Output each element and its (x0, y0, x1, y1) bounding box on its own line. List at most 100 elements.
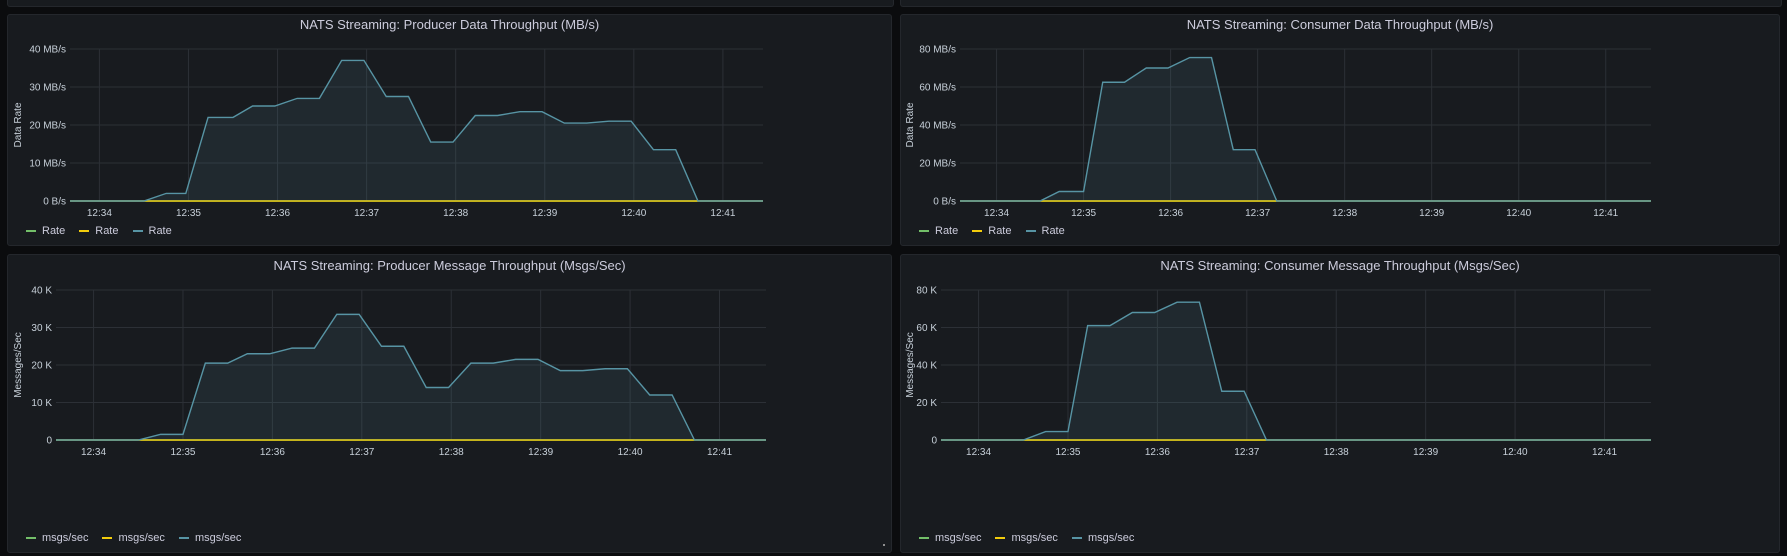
y-tick-label: 0 B/s (933, 197, 956, 208)
y-tick-label: 40 MB/s (919, 121, 956, 132)
legend-label: Rate (1041, 225, 1065, 237)
y-tick-label: 30 K (31, 323, 52, 334)
series-area-fill (941, 302, 1651, 440)
x-tick-label: 12:40 (1506, 208, 1531, 219)
x-tick-label: 12:38 (439, 447, 464, 458)
x-tick-label: 12:35 (1055, 447, 1080, 458)
y-tick-label: 40 K (31, 286, 52, 297)
y-tick-label: 40 MB/s (29, 45, 66, 56)
legend-item[interactable]: msgs/sec (919, 532, 981, 544)
y-tick-label: 0 B/s (43, 197, 66, 208)
chart-canvas: 0 20 K 40 K 60 K 80 K 12:34 12:35 12:36 12:37 12:… (905, 286, 1651, 458)
y-tick-label: 60 K (916, 323, 937, 334)
legend-label: msgs/sec (1087, 532, 1135, 544)
y-tick-label: 60 MB/s (919, 83, 956, 94)
legend-item[interactable]: Rate (972, 225, 1012, 237)
series-line-3[interactable] (941, 301, 1651, 441)
legend-item[interactable]: msgs/sec (26, 532, 88, 544)
y-tick-label: 20 K (916, 398, 937, 409)
x-tick-label: 12:34 (984, 208, 1009, 219)
legend-label: msgs/sec (935, 532, 982, 544)
legend-label: msgs/sec (1011, 532, 1058, 544)
legend-item[interactable]: msgs/sec (995, 532, 1058, 544)
x-tick-label: 12:36 (1158, 208, 1183, 219)
legend-item[interactable]: msgs/sec (102, 532, 165, 544)
legend-label: Rate (95, 225, 119, 237)
y-tick-label: 80 MB/s (919, 45, 956, 56)
legend-swatch (102, 537, 113, 539)
y-tick-label: 10 K (31, 398, 52, 409)
x-tick-label: 12:36 (260, 447, 285, 458)
y-tick-label: 20 MB/s (29, 121, 66, 132)
x-tick-label: 12:35 (170, 447, 195, 458)
x-tick-label: 12:39 (532, 208, 557, 219)
y-axis-label: Data Rate (13, 102, 24, 147)
legend-item[interactable]: msgs/sec (1071, 532, 1135, 544)
series-line-3[interactable] (960, 56, 1651, 202)
series-area-fill (56, 314, 766, 440)
legend-swatch (26, 537, 36, 539)
legend-swatch (995, 537, 1006, 539)
legend-swatch (1071, 537, 1082, 539)
legend-item[interactable]: Rate (26, 225, 65, 237)
x-tick-label: 12:37 (1234, 447, 1259, 458)
x-tick-label: 12:41 (1592, 447, 1617, 458)
x-tick-label: 12:36 (265, 208, 290, 219)
x-tick-label: 12:38 (1332, 208, 1357, 219)
legend-item[interactable]: Rate (132, 225, 172, 237)
x-tick-label: 12:40 (621, 208, 646, 219)
y-tick-label: 40 K (916, 361, 937, 372)
y-axis-label: Messages/Sec (905, 332, 916, 398)
x-tick-label: 12:41 (1593, 208, 1618, 219)
x-tick-label: 12:41 (707, 447, 732, 458)
x-tick-label: 12:36 (1145, 447, 1170, 458)
legend-item[interactable]: Rate (919, 225, 958, 237)
x-tick-label: 12:41 (710, 208, 735, 219)
legend-label: msgs/sec (194, 532, 242, 544)
legend-item[interactable]: msgs/sec (178, 532, 242, 544)
y-tick-label: 0 (46, 436, 52, 447)
series-area-fill (70, 60, 763, 202)
y-tick-label: 0 (931, 436, 937, 447)
x-tick-label: 12:34 (966, 447, 991, 458)
y-tick-label: 20 K (31, 361, 52, 372)
panel-above-left-edge (7, 0, 894, 7)
legend-swatch (1025, 230, 1036, 232)
x-tick-label: 12:35 (1071, 208, 1096, 219)
legend-label: msgs/sec (42, 532, 89, 544)
producer-data-throughput-panel[interactable]: NATS Streaming: Producer Data Throughput… (7, 14, 892, 246)
legend-label: msgs/sec (118, 532, 165, 544)
consumer-data-throughput-panel[interactable]: NATS Streaming: Consumer Data Throughput… (900, 14, 1780, 246)
x-tick-label: 12:34 (87, 208, 112, 219)
legend-item[interactable]: Rate (79, 225, 119, 237)
x-tick-label: 12:37 (354, 208, 379, 219)
resize-handle[interactable] (883, 544, 885, 546)
legend: msgs/sec msgs/sec msgs/sec (919, 532, 1134, 544)
legend-swatch (79, 230, 90, 232)
x-tick-label: 12:39 (528, 447, 553, 458)
consumer-message-throughput-panel[interactable]: NATS Streaming: Consumer Message Through… (900, 254, 1780, 553)
chart-canvas: 0 B/s 10 MB/s 20 MB/s 30 MB/s 40 MB/s 12:34 12… (13, 45, 763, 219)
producer-message-throughput-panel[interactable]: NATS Streaming: Producer Message Through… (7, 254, 892, 553)
y-tick-label: 10 MB/s (29, 159, 66, 170)
x-tick-label: 12:35 (176, 208, 201, 219)
y-tick-label: 20 MB/s (919, 159, 956, 170)
legend-swatch (178, 537, 189, 539)
y-axis-label: Messages/Sec (13, 332, 24, 398)
x-tick-label: 12:40 (1503, 447, 1528, 458)
chart-canvas: 0 B/s 20 MB/s 40 MB/s 60 MB/s 80 MB/s 12:34 12… (905, 45, 1651, 219)
series-area-fill (960, 57, 1651, 201)
legend-label: Rate (148, 225, 172, 237)
legend-swatch (972, 230, 983, 232)
panel-above-right-edge (900, 0, 1782, 7)
legend-item[interactable]: Rate (1025, 225, 1065, 237)
x-tick-label: 12:37 (349, 447, 374, 458)
y-tick-label: 30 MB/s (29, 83, 66, 94)
x-tick-label: 12:39 (1419, 208, 1444, 219)
legend-label: Rate (42, 225, 66, 237)
x-tick-label: 12:37 (1245, 208, 1270, 219)
legend-label: Rate (988, 225, 1012, 237)
legend: msgs/sec msgs/sec msgs/sec (26, 532, 241, 544)
legend-label: Rate (935, 225, 959, 237)
x-tick-label: 12:40 (618, 447, 643, 458)
